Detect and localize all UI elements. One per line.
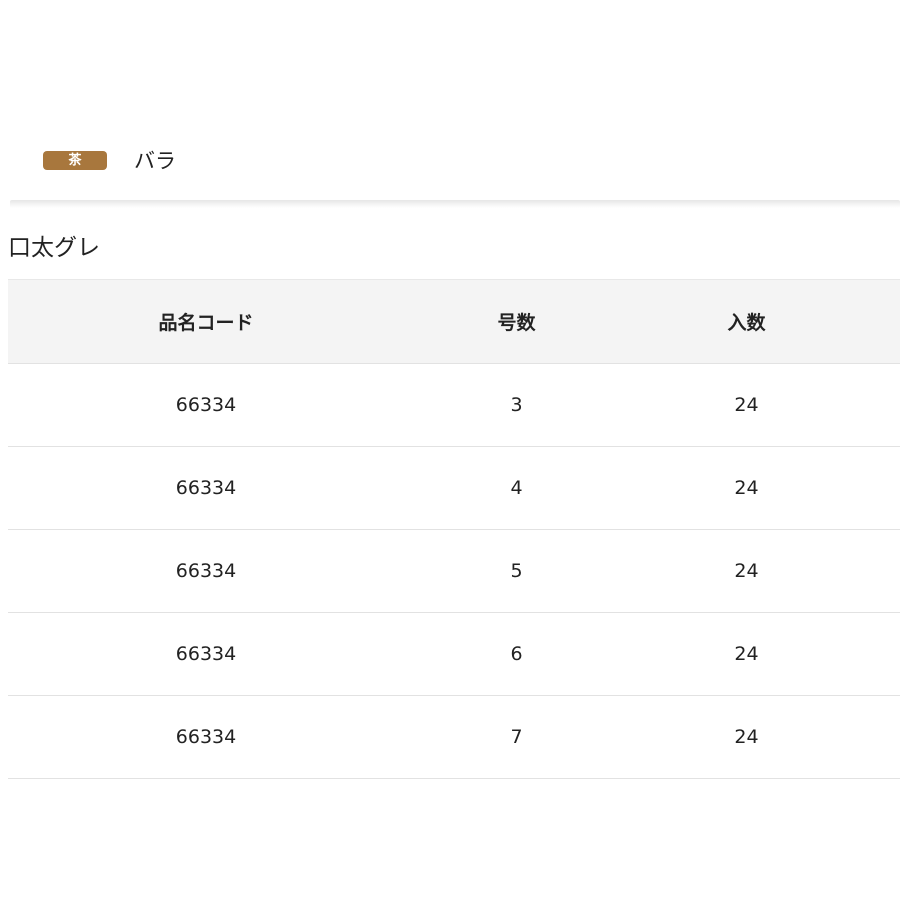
header-size: 号数: [404, 279, 629, 364]
cell-quantity: 24: [629, 446, 864, 530]
cell-product-code: 66334: [8, 529, 404, 613]
header-spacer: [864, 279, 900, 364]
section-title: 口太グレ: [8, 235, 100, 261]
section-divider: [10, 200, 900, 208]
cell-product-code: 66334: [8, 612, 404, 696]
cell-product-code: 66334: [8, 363, 404, 447]
cell-spacer: [864, 695, 900, 779]
spec-table: 品名コード 号数 入数 66334 3 24 66334 4 24 66334 …: [8, 279, 900, 779]
product-spec-page: 茶 バラ 口太グレ 品名コード 号数 入数 66334 3 24 66334 4…: [0, 0, 900, 900]
table-header-row: 品名コード 号数 入数: [8, 279, 900, 364]
cell-size: 3: [404, 363, 629, 447]
table-row: 66334 6 24: [8, 612, 900, 696]
table-row: 66334 7 24: [8, 695, 900, 779]
cell-product-code: 66334: [8, 695, 404, 779]
cell-size: 7: [404, 695, 629, 779]
cell-spacer: [864, 529, 900, 613]
color-badge: 茶: [43, 150, 107, 170]
header-product-code: 品名コード: [8, 279, 404, 364]
cell-quantity: 24: [629, 695, 864, 779]
cell-size: 5: [404, 529, 629, 613]
cell-spacer: [864, 612, 900, 696]
cell-size: 4: [404, 446, 629, 530]
cell-quantity: 24: [629, 363, 864, 447]
table-row: 66334 5 24: [8, 529, 900, 613]
cell-spacer: [864, 446, 900, 530]
cell-product-code: 66334: [8, 446, 404, 530]
header-quantity: 入数: [629, 279, 864, 364]
variant-label: バラ: [134, 149, 176, 173]
cell-quantity: 24: [629, 612, 864, 696]
cell-size: 6: [404, 612, 629, 696]
table-row: 66334 3 24: [8, 363, 900, 447]
variant-option[interactable]: 茶 バラ: [43, 140, 176, 180]
cell-quantity: 24: [629, 529, 864, 613]
table-row: 66334 4 24: [8, 446, 900, 530]
cell-spacer: [864, 363, 900, 447]
